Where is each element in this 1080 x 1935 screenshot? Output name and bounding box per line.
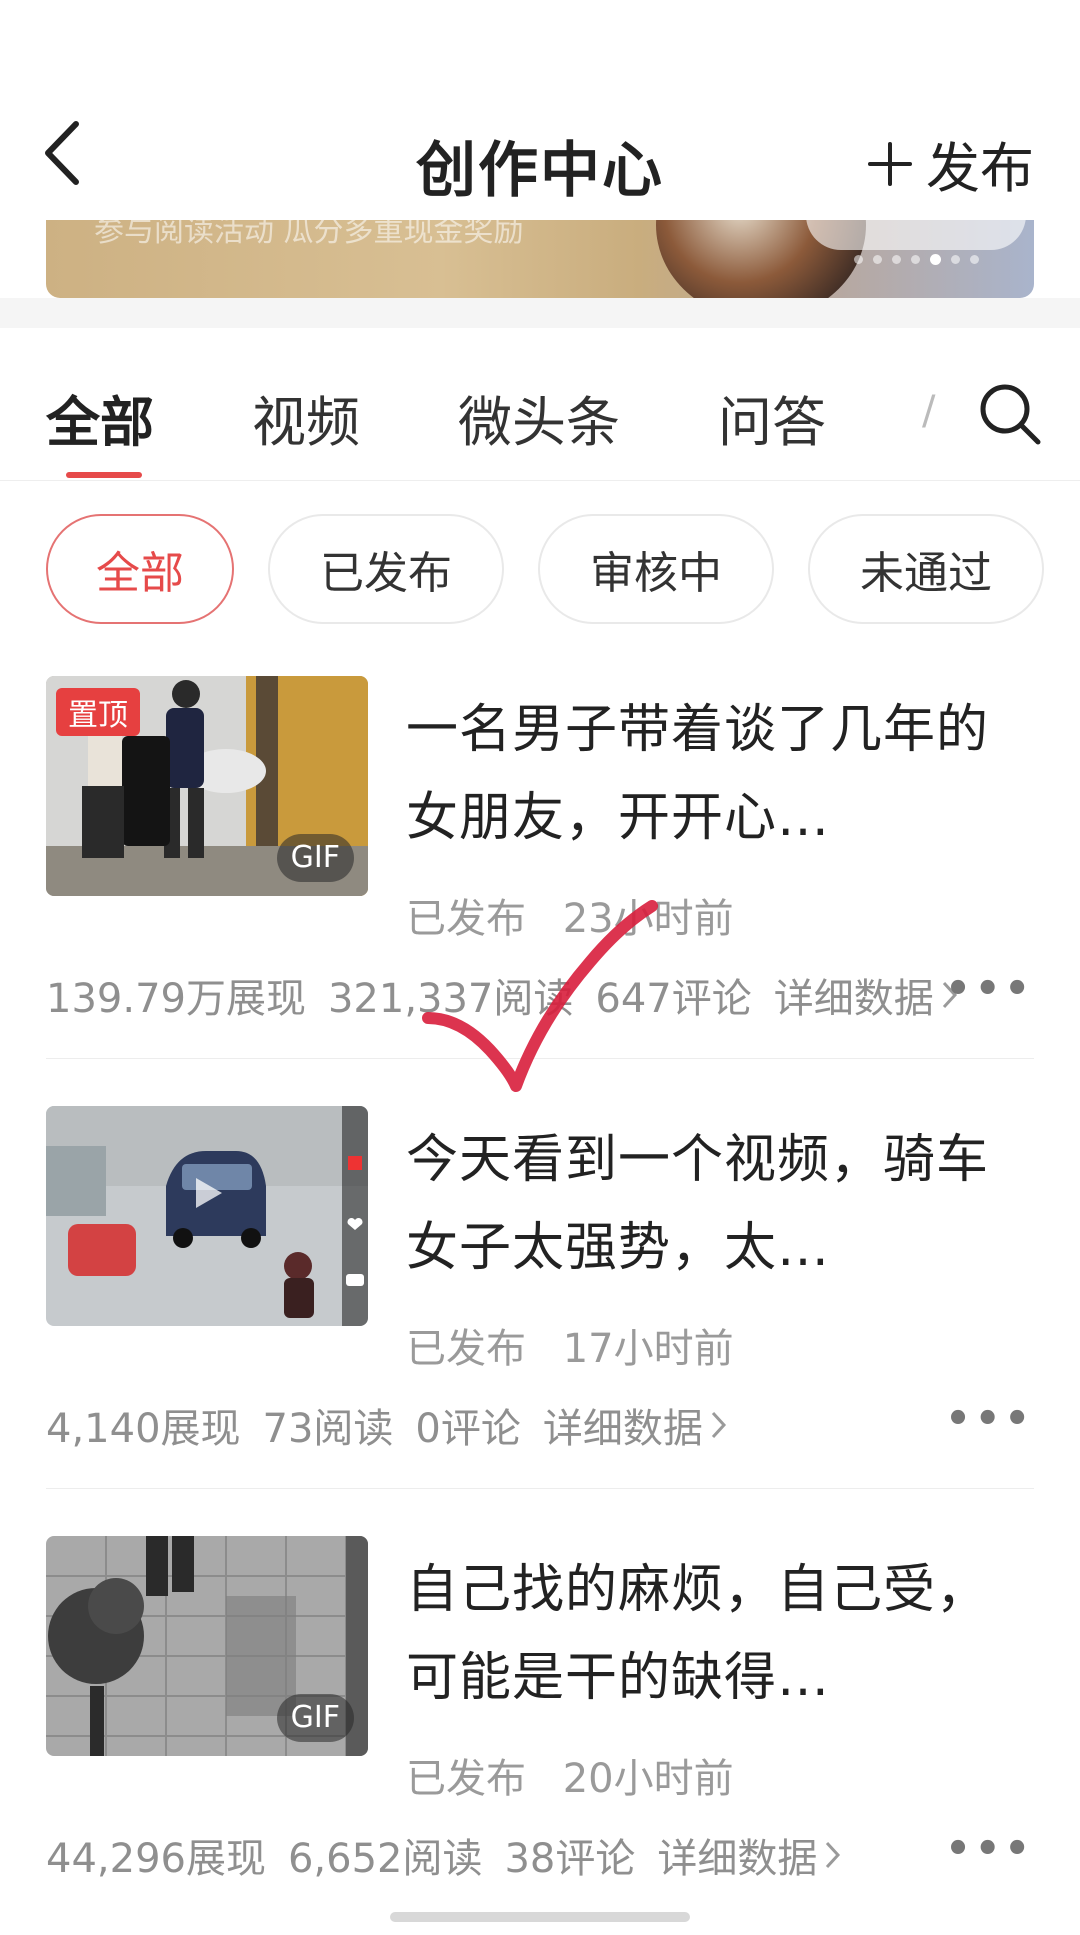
- pagination-dot: [911, 255, 920, 264]
- active-tab-indicator: [66, 472, 142, 478]
- plus-icon: [868, 141, 912, 186]
- tab-all[interactable]: 全部: [46, 378, 154, 457]
- post-meta: 已发布 20小时前: [406, 1746, 734, 1804]
- detail-data-label: 详细数据: [657, 1836, 818, 1882]
- tab-micro-headline[interactable]: 微头条: [458, 378, 620, 457]
- pagination-dot: [854, 255, 863, 264]
- comments-count: 647评论: [595, 976, 752, 1022]
- post-title[interactable]: 今天看到一个视频，骑车女子太强势，太…: [406, 1116, 1026, 1292]
- post-time: 20小时前: [562, 1756, 734, 1802]
- publish-button[interactable]: 发布: [866, 124, 1034, 203]
- post-status: 已发布: [406, 1756, 526, 1802]
- post-thumbnail[interactable]: 置顶 GIF: [46, 676, 368, 896]
- post-stats: 4,140展现 73阅读 0评论 详细数据 •••: [46, 1396, 1034, 1454]
- content-tabs: 全部 视频 微头条 问答 /: [0, 328, 1080, 481]
- filter-published[interactable]: 已发布: [268, 514, 504, 624]
- more-options-button[interactable]: •••: [945, 1396, 1034, 1442]
- pagination-dot: [873, 255, 882, 264]
- filter-reviewing[interactable]: 审核中: [538, 514, 774, 624]
- post-item[interactable]: 置顶 GIF 一名男子带着谈了几年的女朋友，开开心… 已发布 23小时前 139…: [46, 676, 1034, 1036]
- detail-data-link[interactable]: 详细数据: [774, 966, 960, 1024]
- post-stats: 44,296展现 6,652阅读 38评论 详细数据 •••: [46, 1826, 1034, 1884]
- detail-data-link[interactable]: 详细数据: [657, 1826, 843, 1884]
- banner-text: 参与阅读活动 瓜分多重现金奖励: [94, 220, 524, 249]
- impressions-count: 139.79万展现: [46, 976, 306, 1022]
- more-options-button[interactable]: •••: [945, 1826, 1034, 1872]
- filter-rejected[interactable]: 未通过: [808, 514, 1044, 624]
- search-icon[interactable]: [976, 380, 1044, 448]
- status-filters: 全部 已发布 审核中 未通过: [0, 514, 1080, 630]
- gif-badge: GIF: [276, 1694, 354, 1742]
- thumbnail-image: [46, 1106, 368, 1326]
- divider: [46, 1488, 1034, 1489]
- tab-qa[interactable]: 问答: [718, 378, 826, 457]
- tab-video[interactable]: 视频: [252, 378, 360, 457]
- reads-count: 6,652阅读: [287, 1836, 483, 1882]
- banner-button: [806, 220, 1026, 250]
- divider: [46, 1058, 1034, 1059]
- post-time: 17小时前: [562, 1326, 734, 1372]
- post-stats: 139.79万展现 321,337阅读 647评论 详细数据 •••: [46, 966, 1034, 1024]
- pinned-badge: 置顶: [56, 688, 140, 736]
- pagination-dot: [892, 255, 901, 264]
- chevron-right-icon: [711, 1411, 726, 1439]
- post-title[interactable]: 一名男子带着谈了几年的女朋友，开开心…: [406, 686, 1026, 862]
- chevron-right-icon: [826, 1841, 841, 1869]
- post-thumbnail[interactable]: [46, 1106, 368, 1326]
- filter-all[interactable]: 全部: [46, 514, 234, 624]
- post-thumbnail[interactable]: GIF: [46, 1536, 368, 1756]
- reads-count: 73阅读: [262, 1406, 394, 1452]
- gif-badge: GIF: [276, 834, 354, 882]
- impressions-count: 44,296展现: [46, 1836, 266, 1882]
- pagination-dot: [951, 255, 960, 264]
- detail-data-label: 详细数据: [773, 976, 934, 1022]
- banner-pagination: [854, 254, 979, 265]
- post-item[interactable]: 今天看到一个视频，骑车女子太强势，太… 已发布 17小时前 4,140展现 73…: [46, 1106, 1034, 1466]
- impressions-count: 4,140展现: [46, 1406, 241, 1452]
- detail-data-link[interactable]: 详细数据: [543, 1396, 729, 1454]
- top-bar: 创作中心 发布: [0, 0, 1080, 220]
- section-gap: [0, 298, 1080, 328]
- comments-count: 38评论: [504, 1836, 636, 1882]
- post-meta: 已发布 17小时前: [406, 1316, 734, 1374]
- post-item[interactable]: GIF 自己找的麻烦，自己受，可能是干的缺得… 已发布 20小时前 44,296…: [46, 1536, 1034, 1896]
- home-indicator: [390, 1912, 690, 1922]
- comments-count: 0评论: [415, 1406, 521, 1452]
- post-title[interactable]: 自己找的麻烦，自己受，可能是干的缺得…: [406, 1546, 1026, 1722]
- reads-count: 321,337阅读: [327, 976, 574, 1022]
- post-status: 已发布: [406, 896, 526, 942]
- pagination-dot: [970, 255, 979, 264]
- more-options-button[interactable]: •••: [945, 966, 1034, 1012]
- post-status: 已发布: [406, 1326, 526, 1372]
- pagination-dot-active: [930, 254, 941, 265]
- promo-banner[interactable]: 参与阅读活动 瓜分多重现金奖励: [46, 220, 1034, 298]
- publish-label: 发布: [926, 137, 1034, 200]
- detail-data-label: 详细数据: [542, 1406, 703, 1452]
- post-time: 23小时前: [562, 896, 734, 942]
- post-meta: 已发布 23小时前: [406, 886, 734, 944]
- tabs-overflow-indicator: /: [922, 388, 936, 434]
